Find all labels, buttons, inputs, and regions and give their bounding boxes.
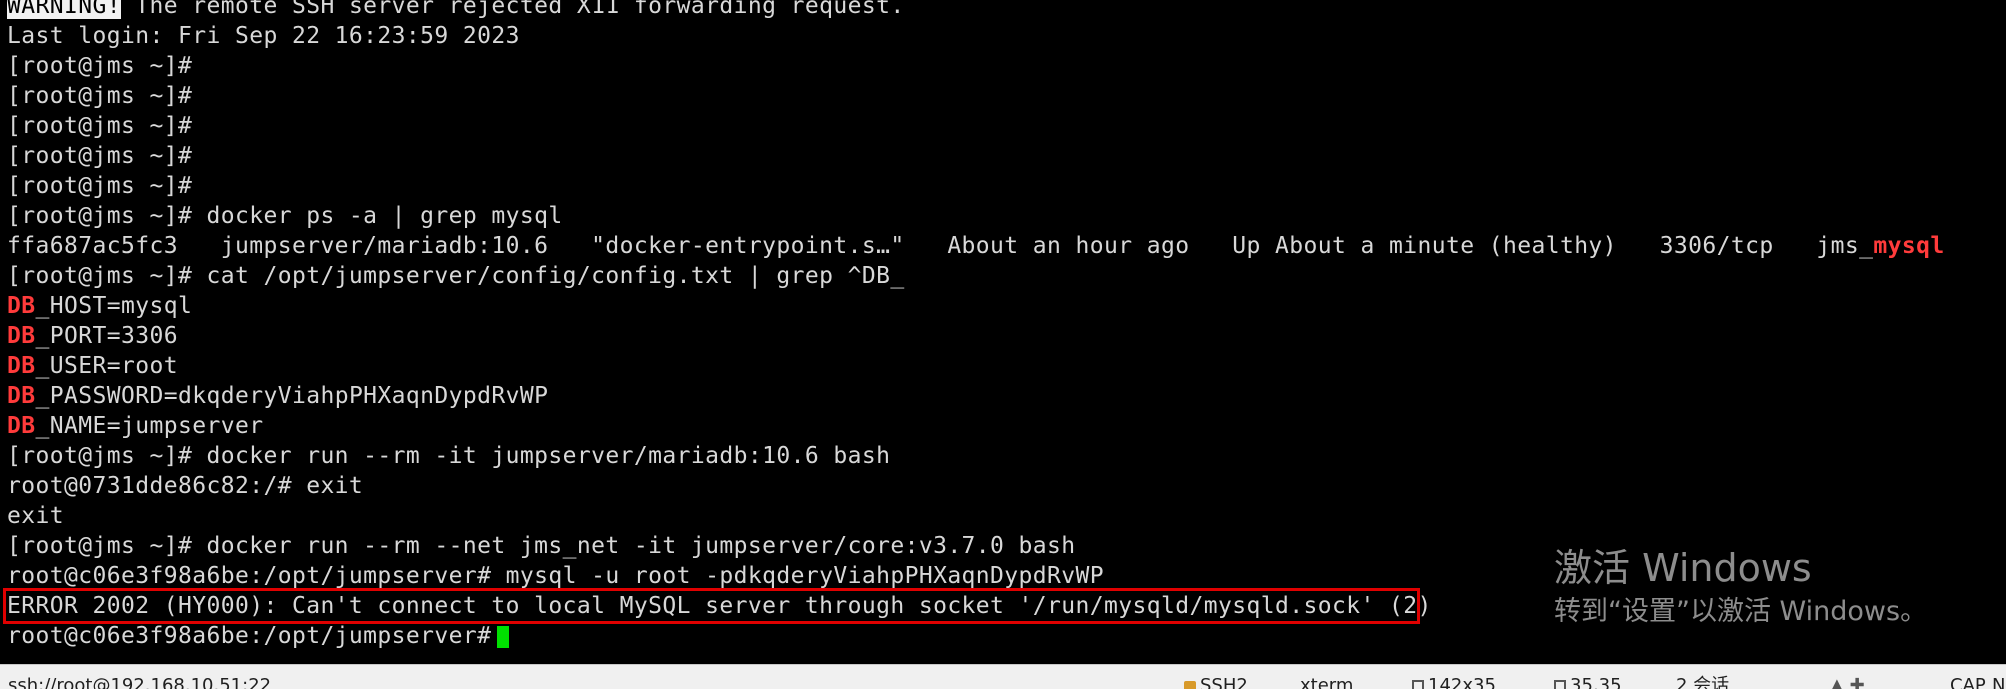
db-var-line: DB_PORT=3306 bbox=[7, 321, 1945, 351]
warning-badge: WARNING! bbox=[7, 0, 121, 19]
cursor-position-value: 35,35 bbox=[1570, 675, 1622, 689]
terminal-line: exit bbox=[7, 503, 64, 529]
terminal-line: [root@jms ~]# bbox=[7, 173, 193, 199]
terminal-size: 142x35 bbox=[1412, 675, 1496, 689]
terminal-line: [root@jms ~]# docker run --rm -it jumpse… bbox=[7, 443, 891, 469]
error-highlight-box bbox=[3, 588, 1420, 624]
protocol-label: SSH2 bbox=[1200, 675, 1248, 689]
terminal-line: [root@jms ~]# bbox=[7, 83, 193, 109]
status-bar: ssh://root@192.168.10.51:22 SSH2 xterm 1… bbox=[0, 664, 2006, 689]
cursor-position: 35,35 bbox=[1554, 675, 1622, 689]
grep-match: DB bbox=[7, 353, 36, 379]
terminal-line: root@0731dde86c82:/# exit bbox=[7, 473, 364, 499]
terminal-line: [root@jms ~]# bbox=[7, 143, 193, 169]
terminal-line: Last login: Fri Sep 22 16:23:59 2023 bbox=[7, 23, 520, 49]
warning-line: WARNING! The remote SSH server rejected … bbox=[7, 0, 1945, 21]
docker-ps-row: ffa687ac5fc3 jumpserver/mariadb:10.6 "do… bbox=[7, 231, 1945, 261]
terminal-line: [root@jms ~]# bbox=[7, 113, 193, 139]
caps-lock-indicator: CAP bbox=[1950, 675, 1986, 689]
db-var-text: _USER=root bbox=[35, 353, 178, 379]
scroll-arrows[interactable]: ▲ ✚ bbox=[1830, 675, 1865, 689]
connection-address: ssh://root@192.168.10.51:22 bbox=[8, 675, 272, 689]
terminal-line: [root@jms ~]# cat /opt/jumpserver/config… bbox=[7, 263, 905, 289]
shell-prompt: root@c06e3f98a6be:/opt/jumpserver# bbox=[7, 623, 492, 649]
arrow-up-icon[interactable]: ▲ bbox=[1830, 675, 1844, 689]
terminal-line: [root@jms ~]# bbox=[7, 53, 193, 79]
terminal-window[interactable]: WARNING! The remote SSH server rejected … bbox=[0, 0, 2006, 658]
grep-match: DB bbox=[7, 413, 36, 439]
db-var-line: DB_HOST=mysql bbox=[7, 291, 1945, 321]
session-count[interactable]: 2 会话 bbox=[1676, 675, 1729, 689]
db-var-text: _NAME=jumpserver bbox=[35, 413, 264, 439]
terminal-size-value: 142x35 bbox=[1428, 675, 1496, 689]
db-var-text: _PASSWORD=dkqderyViahpPHXaqnDypdRvWP bbox=[35, 383, 549, 409]
grep-match: DB bbox=[7, 293, 36, 319]
grep-match: DB bbox=[7, 323, 36, 349]
grep-match: mysql bbox=[1873, 233, 1945, 259]
db-var-text: _PORT=3306 bbox=[35, 323, 178, 349]
terminal-type: xterm bbox=[1300, 675, 1354, 689]
db-var-line: DB_NAME=jumpserver bbox=[7, 411, 1945, 441]
num-lock-indicator: N bbox=[1992, 675, 2006, 689]
activate-windows-watermark: 激活 Windows 转到“设置”以激活 Windows。 bbox=[1554, 544, 1927, 632]
db-var-line: DB_PASSWORD=dkqderyViahpPHXaqnDypdRvWP bbox=[7, 381, 1945, 411]
grep-match: DB bbox=[7, 383, 36, 409]
plus-icon[interactable]: ✚ bbox=[1850, 675, 1865, 689]
terminal-line: [root@jms ~]# docker ps -a | grep mysql bbox=[7, 203, 563, 229]
db-var-text: _HOST=mysql bbox=[35, 293, 193, 319]
text-cursor bbox=[497, 625, 510, 648]
warning-text: The remote SSH server rejected X11 forwa… bbox=[120, 0, 905, 19]
protocol-status: SSH2 bbox=[1184, 675, 1248, 689]
docker-ps-text: ffa687ac5fc3 jumpserver/mariadb:10.6 "do… bbox=[7, 233, 1874, 259]
watermark-subtitle: 转到“设置”以激活 Windows。 bbox=[1554, 596, 1928, 627]
watermark-title: 激活 Windows bbox=[1554, 546, 1812, 590]
db-var-line: DB_USER=root bbox=[7, 351, 1945, 381]
